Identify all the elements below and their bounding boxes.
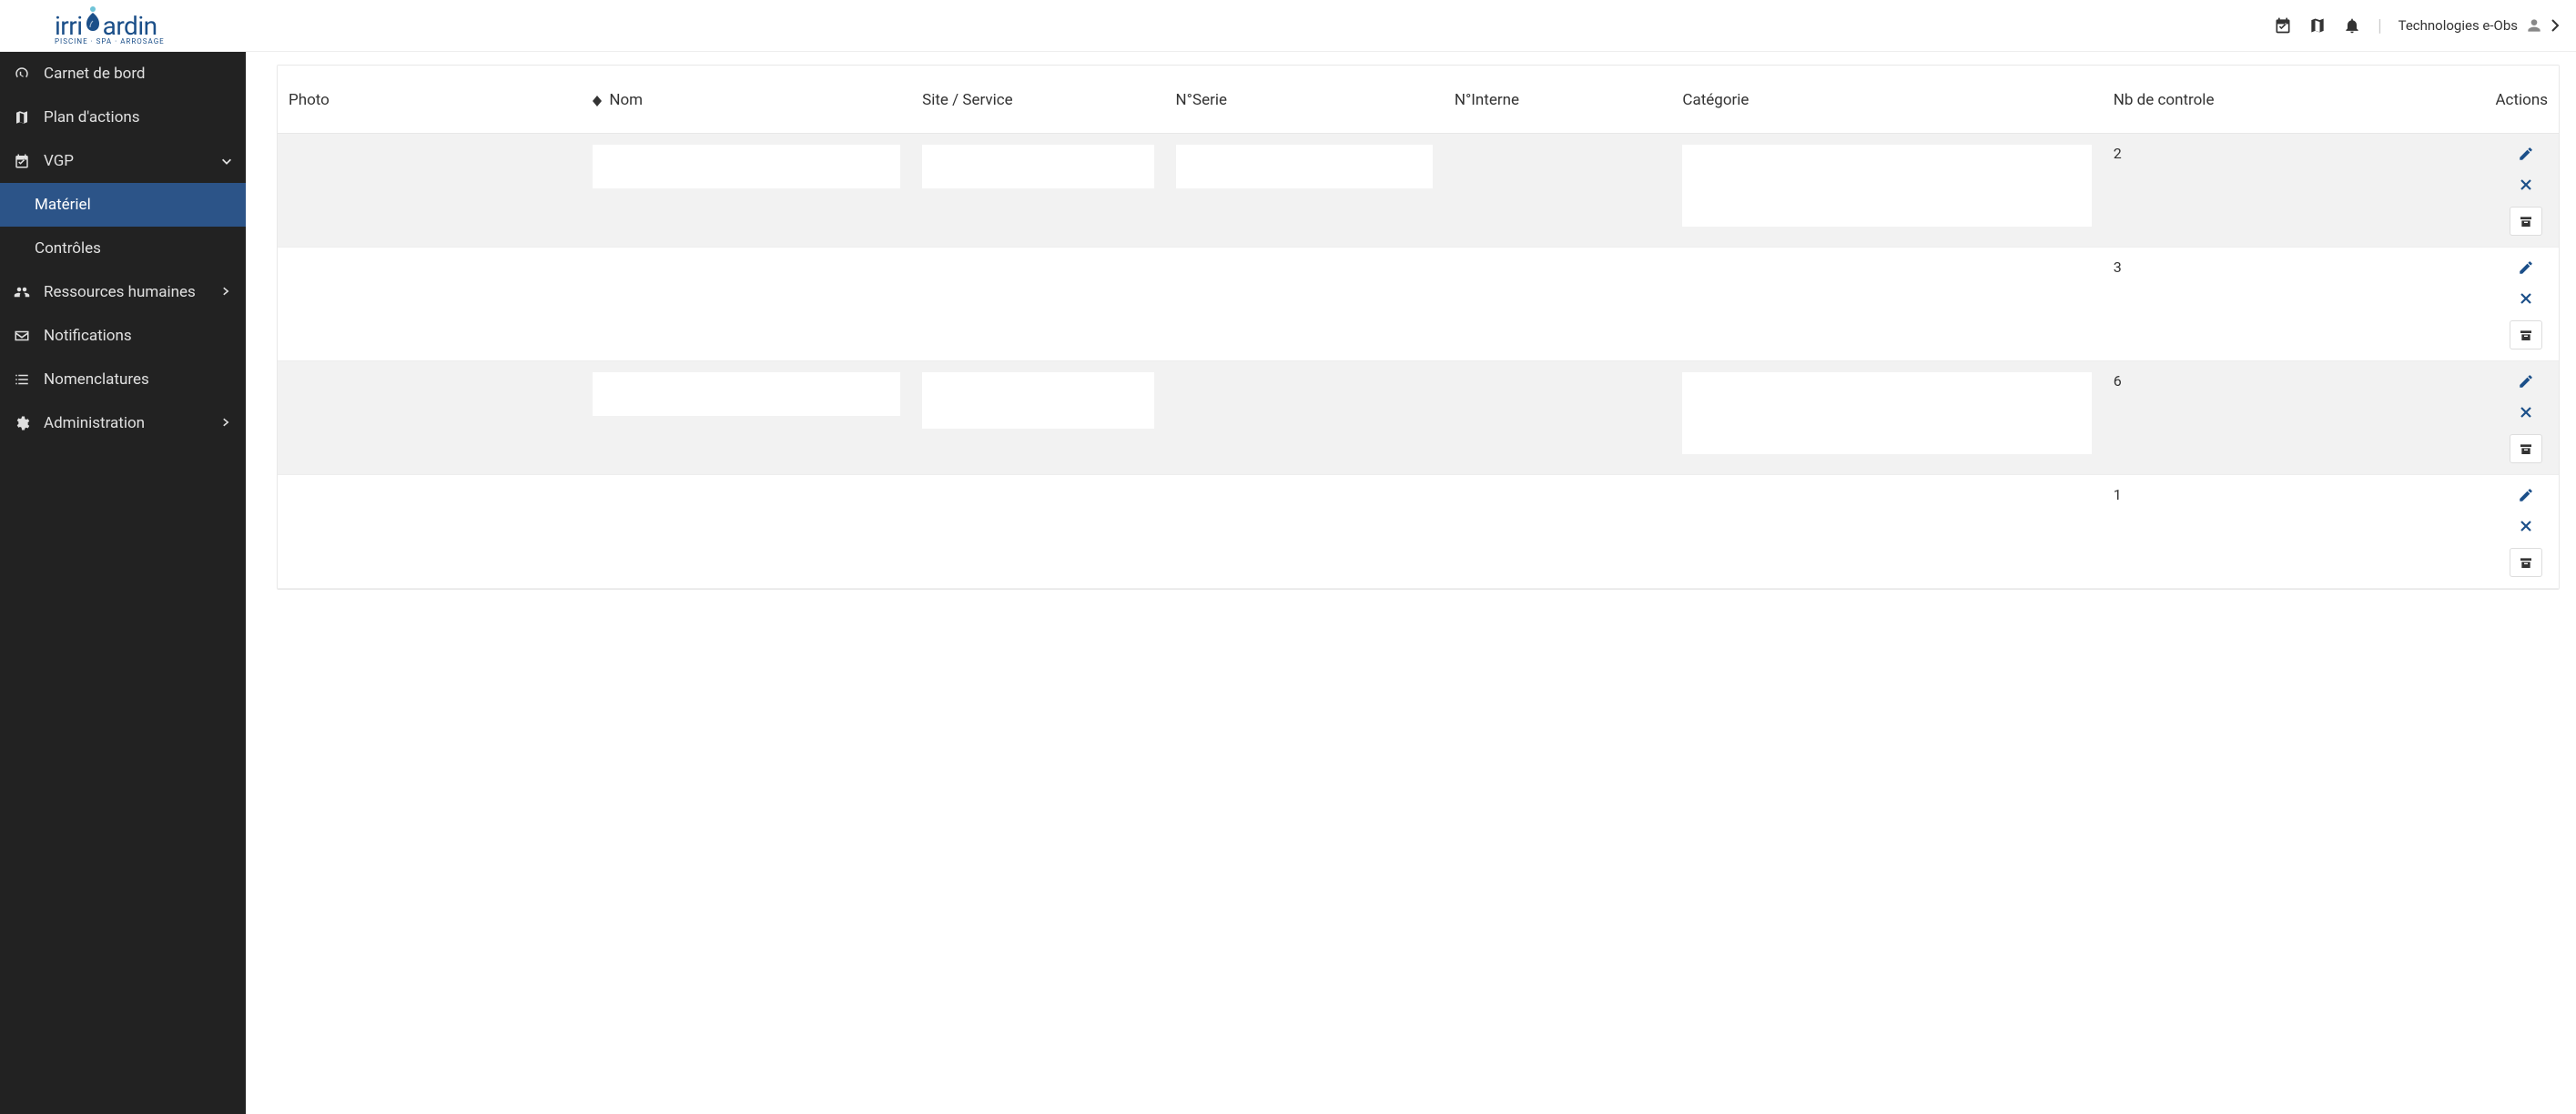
sidebar-item-label: Contrôles [35, 239, 101, 258]
list-icon [13, 370, 31, 389]
sidebar-item-vgp[interactable]: VGP [0, 139, 246, 183]
sidebar-item-controles[interactable]: Contrôles [0, 227, 246, 270]
sidebar-item-label: Plan d'actions [44, 108, 140, 127]
edit-button[interactable] [2517, 258, 2535, 277]
sidebar-item-administration[interactable]: Administration [0, 401, 246, 445]
sidebar-item-carnet-de-bord[interactable]: Carnet de bord [0, 52, 246, 96]
cell-nb: 6 [2103, 361, 2331, 475]
sidebar-item-label: Ressources humaines [44, 283, 196, 301]
edit-button[interactable] [2517, 372, 2535, 390]
chevron-right-icon [220, 417, 233, 430]
sidebar-item-label: Nomenclatures [44, 370, 149, 389]
cell-nb: 2 [2103, 134, 2331, 248]
header-actions: | Technologies e-Obs [2274, 16, 2560, 35]
cell-site[interactable] [922, 145, 1153, 188]
col-header-site[interactable]: Site / Service [911, 66, 1164, 134]
envelope-icon [13, 327, 31, 345]
gear-icon [13, 414, 31, 432]
top-header: irri ardin PISCINE · SPA · ARROSAGE | Te… [0, 0, 2576, 52]
cell-nb: 3 [2103, 248, 2331, 361]
archive-button[interactable] [2510, 434, 2542, 463]
col-header-nom[interactable]: Nom [582, 66, 911, 134]
main-content: Photo Nom Site / Service N°Serie N°Inter… [246, 52, 2576, 1114]
user-menu[interactable]: Technologies e-Obs [2399, 16, 2560, 35]
sidebar-item-label: Matériel [35, 196, 91, 214]
sidebar: Carnet de bord Plan d'actions VGP Matéri… [0, 52, 246, 1114]
sidebar-item-label: Carnet de bord [44, 65, 146, 83]
sidebar-item-nomenclatures[interactable]: Nomenclatures [0, 358, 246, 401]
edit-button[interactable] [2517, 145, 2535, 163]
archive-button[interactable] [2510, 207, 2542, 236]
cell-nom[interactable] [593, 372, 900, 416]
table-header-row: Photo Nom Site / Service N°Serie N°Inter… [278, 66, 2559, 134]
map-icon[interactable] [2308, 16, 2327, 35]
col-header-actions: Actions [2330, 66, 2559, 134]
delete-button[interactable] [2517, 517, 2535, 535]
table-row: 2 [278, 134, 2559, 248]
user-icon [2525, 16, 2543, 35]
archive-button[interactable] [2510, 320, 2542, 349]
col-header-interne[interactable]: N°Interne [1444, 66, 1672, 134]
col-header-serie[interactable]: N°Serie [1165, 66, 1444, 134]
logo[interactable]: irri ardin PISCINE · SPA · ARROSAGE [55, 5, 165, 46]
cell-site[interactable] [922, 372, 1153, 429]
cell-categorie[interactable] [1682, 372, 2091, 454]
col-header-photo[interactable]: Photo [278, 66, 582, 134]
sidebar-item-plan-actions[interactable]: Plan d'actions [0, 96, 246, 139]
sidebar-item-label: Notifications [44, 327, 132, 345]
cell-categorie[interactable] [1682, 145, 2091, 227]
cell-nb: 1 [2103, 475, 2331, 589]
sidebar-item-ressources-humaines[interactable]: Ressources humaines [0, 270, 246, 314]
sidebar-item-label: VGP [44, 152, 74, 170]
table-row: 1 [278, 475, 2559, 589]
col-header-nb[interactable]: Nb de controle [2103, 66, 2331, 134]
user-label: Technologies e-Obs [2399, 17, 2518, 34]
delete-button[interactable] [2517, 289, 2535, 308]
calendar-icon[interactable] [2274, 16, 2292, 35]
logo-text: irri ardin [55, 7, 165, 41]
delete-button[interactable] [2517, 403, 2535, 421]
chevron-right-icon [2551, 18, 2560, 33]
chevron-right-icon [220, 286, 233, 299]
col-header-categorie[interactable]: Catégorie [1671, 66, 2102, 134]
bell-icon[interactable] [2343, 16, 2361, 35]
delete-button[interactable] [2517, 176, 2535, 194]
table-row: 3 [278, 248, 2559, 361]
cell-serie[interactable] [1176, 145, 1433, 188]
map-icon [13, 108, 31, 127]
chevron-down-icon [220, 155, 233, 167]
header-divider: | [2378, 16, 2381, 35]
sidebar-item-label: Administration [44, 414, 145, 432]
users-icon [13, 283, 31, 301]
archive-button[interactable] [2510, 548, 2542, 577]
dashboard-icon [13, 65, 31, 83]
sort-icon [593, 96, 602, 106]
materials-table: Photo Nom Site / Service N°Serie N°Inter… [277, 65, 2560, 590]
calendar-check-icon [13, 152, 31, 170]
edit-button[interactable] [2517, 486, 2535, 504]
sidebar-item-materiel[interactable]: Matériel [0, 183, 246, 227]
cell-nom[interactable] [593, 145, 900, 188]
sidebar-item-notifications[interactable]: Notifications [0, 314, 246, 358]
table-row: 6 [278, 361, 2559, 475]
